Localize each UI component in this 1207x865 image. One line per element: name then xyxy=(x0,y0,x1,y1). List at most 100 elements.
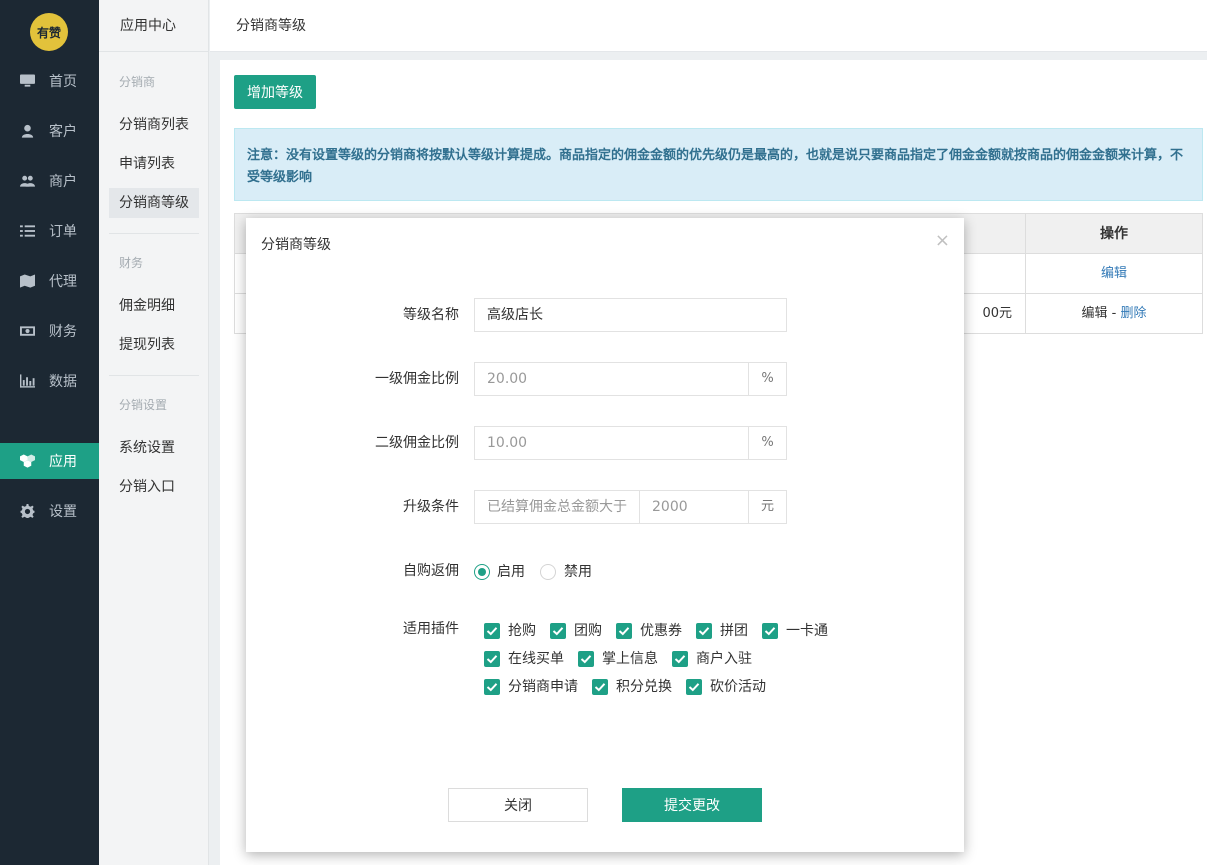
sidebar-group-distributor: 分销商 xyxy=(119,75,156,89)
plugin-label: 团购 xyxy=(574,623,602,639)
rate-level1-input[interactable]: 20.00 xyxy=(474,362,749,396)
check-icon xyxy=(618,627,630,636)
upgrade-amount-input[interactable]: 2000 xyxy=(639,490,749,524)
check-icon xyxy=(580,655,592,664)
checkbox-plugin[interactable] xyxy=(550,623,566,639)
plugin-label: 优惠券 xyxy=(640,623,682,639)
users-icon xyxy=(19,174,35,188)
plugin-label: 砍价活动 xyxy=(710,679,766,695)
nav-item-home[interactable]: 首页 xyxy=(0,63,99,99)
user-icon xyxy=(19,124,35,138)
nav-item-merchant[interactable]: 商户 xyxy=(0,163,99,199)
monitor-icon xyxy=(19,74,35,88)
sidebar-item-apply-list[interactable]: 申请列表 xyxy=(109,149,199,179)
level-name-input[interactable]: 高级店长 xyxy=(474,298,787,332)
plugin-label: 商户入驻 xyxy=(696,651,752,667)
nav-item-label: 订单 xyxy=(49,224,77,240)
upgrade-condition-prefix: 已结算佣金总金额大于 xyxy=(474,490,640,524)
map-icon xyxy=(19,274,35,288)
edit-link[interactable]: 编辑 xyxy=(1101,266,1127,281)
modal-title: 分销商等级 xyxy=(261,237,331,253)
plugin-label: 在线买单 xyxy=(508,651,564,667)
sidebar-item-distributor-level[interactable]: 分销商等级 xyxy=(109,188,199,218)
label-rate-level1: 一级佣金比例 xyxy=(375,371,459,387)
sidebar-item-system-settings[interactable]: 系统设置 xyxy=(109,433,199,463)
delete-link[interactable]: 删除 xyxy=(1120,306,1146,321)
gear-icon xyxy=(19,504,35,518)
plugin-label: 一卡通 xyxy=(786,623,828,639)
row-actions: 编辑 xyxy=(1025,254,1202,294)
check-icon xyxy=(594,683,606,692)
nav-item-label: 财务 xyxy=(49,324,77,340)
checkbox-plugin[interactable] xyxy=(484,623,500,639)
bar-chart-icon xyxy=(19,374,35,388)
nav-item-customer[interactable]: 客户 xyxy=(0,113,99,149)
percent-addon: % xyxy=(748,426,787,460)
label-upgrade-condition: 升级条件 xyxy=(403,499,459,515)
sidebar-divider xyxy=(109,233,199,234)
page-title: 分销商等级 xyxy=(210,0,1207,52)
radio-enable-label: 启用 xyxy=(497,564,525,580)
nav-item-apps[interactable]: 应用 xyxy=(0,443,99,479)
edit-link[interactable]: 编辑 xyxy=(1082,306,1108,321)
notice-alert: 注意：没有设置等级的分销商将按默认等级计算提成。商品指定的佣金金额的优先级仍是最… xyxy=(234,128,1203,201)
secondary-sidebar: 应用中心 分销商 分销商列表 申请列表 分销商等级 财务 佣金明细 提现列表 分… xyxy=(99,0,209,865)
nav-item-label: 数据 xyxy=(49,374,77,390)
radio-disable[interactable] xyxy=(540,564,556,580)
sidebar-divider xyxy=(109,375,199,376)
nav-item-label: 客户 xyxy=(49,124,77,140)
checkbox-plugin[interactable] xyxy=(592,679,608,695)
main-nav: 有赞 首页 客户 商户 订单 代理 财务 数据 应用 设置 xyxy=(0,0,99,865)
sidebar-item-commission[interactable]: 佣金明细 xyxy=(109,291,199,321)
label-rate-level2: 二级佣金比例 xyxy=(375,435,459,451)
table-cell-amount: 00元 xyxy=(982,306,1012,321)
submit-button[interactable]: 提交更改 xyxy=(622,788,762,822)
check-icon xyxy=(674,655,686,664)
action-separator: - xyxy=(1107,306,1121,321)
checkbox-plugin[interactable] xyxy=(484,651,500,667)
checkbox-plugin[interactable] xyxy=(696,623,712,639)
sidebar-item-withdraw[interactable]: 提现列表 xyxy=(109,330,199,360)
checkbox-plugin[interactable] xyxy=(762,623,778,639)
nav-item-agent[interactable]: 代理 xyxy=(0,263,99,299)
nav-item-finance[interactable]: 财务 xyxy=(0,313,99,349)
logo[interactable]: 有赞 xyxy=(30,13,68,51)
plugin-label: 抢购 xyxy=(508,623,536,639)
label-level-name: 等级名称 xyxy=(403,307,459,323)
check-icon xyxy=(552,627,564,636)
check-icon xyxy=(688,683,700,692)
nav-item-settings[interactable]: 设置 xyxy=(0,493,99,529)
row-actions: 编辑 - 删除 xyxy=(1025,294,1202,334)
check-icon xyxy=(486,683,498,692)
nav-item-data[interactable]: 数据 xyxy=(0,363,99,399)
nav-item-label: 设置 xyxy=(49,504,77,520)
close-icon[interactable]: × xyxy=(935,230,950,251)
rate-level2-input[interactable]: 10.00 xyxy=(474,426,749,460)
sidebar-group-settings: 分销设置 xyxy=(119,398,168,412)
cubes-icon xyxy=(19,454,35,468)
add-level-button[interactable]: 增加等级 xyxy=(234,75,316,109)
checkbox-plugin[interactable] xyxy=(686,679,702,695)
nav-item-label: 应用 xyxy=(49,454,77,470)
plugin-label: 拼团 xyxy=(720,623,748,639)
checkbox-plugin[interactable] xyxy=(578,651,594,667)
checkbox-plugin[interactable] xyxy=(484,679,500,695)
nav-item-order[interactable]: 订单 xyxy=(0,213,99,249)
close-button[interactable]: 关闭 xyxy=(448,788,588,822)
radio-enable[interactable] xyxy=(474,564,490,580)
checkbox-plugin[interactable] xyxy=(616,623,632,639)
radio-disable-label: 禁用 xyxy=(564,564,592,580)
sidebar-group-finance: 财务 xyxy=(119,256,144,270)
nav-item-label: 商户 xyxy=(49,174,77,190)
level-modal: 分销商等级 × 等级名称 高级店长 一级佣金比例 20.00 % 二级佣金比例 … xyxy=(246,218,964,852)
percent-addon: % xyxy=(748,362,787,396)
money-icon xyxy=(19,324,35,338)
check-icon xyxy=(486,627,498,636)
column-header-operation: 操作 xyxy=(1025,214,1202,254)
check-icon xyxy=(486,655,498,664)
check-icon xyxy=(698,627,710,636)
sidebar-item-distributor-list[interactable]: 分销商列表 xyxy=(109,110,199,140)
checkbox-plugin[interactable] xyxy=(672,651,688,667)
sidebar-item-entry[interactable]: 分销入口 xyxy=(109,472,199,502)
nav-item-label: 首页 xyxy=(49,74,77,90)
